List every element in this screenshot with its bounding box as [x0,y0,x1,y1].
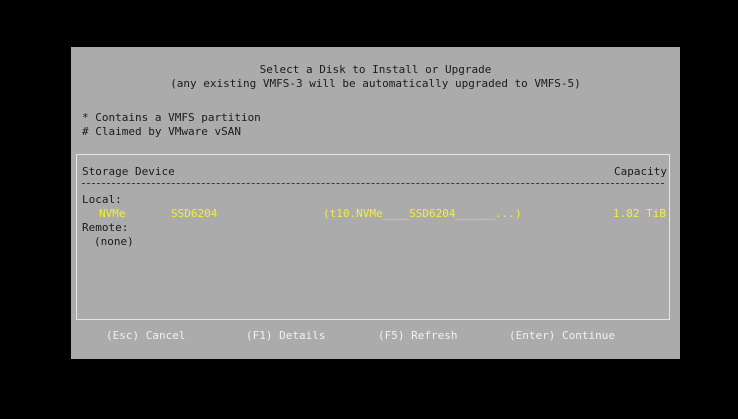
column-header-storage-device: Storage Device [82,165,175,178]
cancel-key[interactable]: (Esc) Cancel [106,329,185,343]
legend-vsan: # Claimed by VMware vSAN [82,125,241,138]
dialog-subtitle: (any existing VMFS-3 will be automatical… [170,77,581,90]
key-hints-bar: (Esc) Cancel (F1) Details (F5) Refresh (… [71,329,680,345]
continue-key[interactable]: (Enter) Continue [509,329,615,343]
storage-device-list[interactable]: Storage Device Capacity Local: NVMe SSD6… [76,154,670,320]
disk-model: SSD6204 [171,207,218,220]
console-screen: Select a Disk to Install or Upgrade (any… [0,0,738,419]
disk-row-selected[interactable]: NVMe SSD6204 (t10.NVMe____SSD6204______.… [82,207,666,221]
local-group-label: Local: [82,193,122,206]
column-header-capacity: Capacity [614,165,667,178]
dialog-title: Select a Disk to Install or Upgrade [259,63,492,76]
disk-identifier: (t10.NVMe____SSD6204______...) [323,207,522,220]
remote-none-label: (none) [94,235,134,248]
disk-name: NVMe [99,207,126,220]
legend-vmfs: * Contains a VMFS partition [82,111,261,124]
details-key[interactable]: (F1) Details [246,329,325,343]
disk-capacity: 1.82 TiB [613,207,666,220]
remote-group-label: Remote: [82,221,129,234]
header-separator [82,183,664,184]
disk-select-dialog: Select a Disk to Install or Upgrade (any… [71,47,680,359]
refresh-key[interactable]: (F5) Refresh [378,329,457,343]
